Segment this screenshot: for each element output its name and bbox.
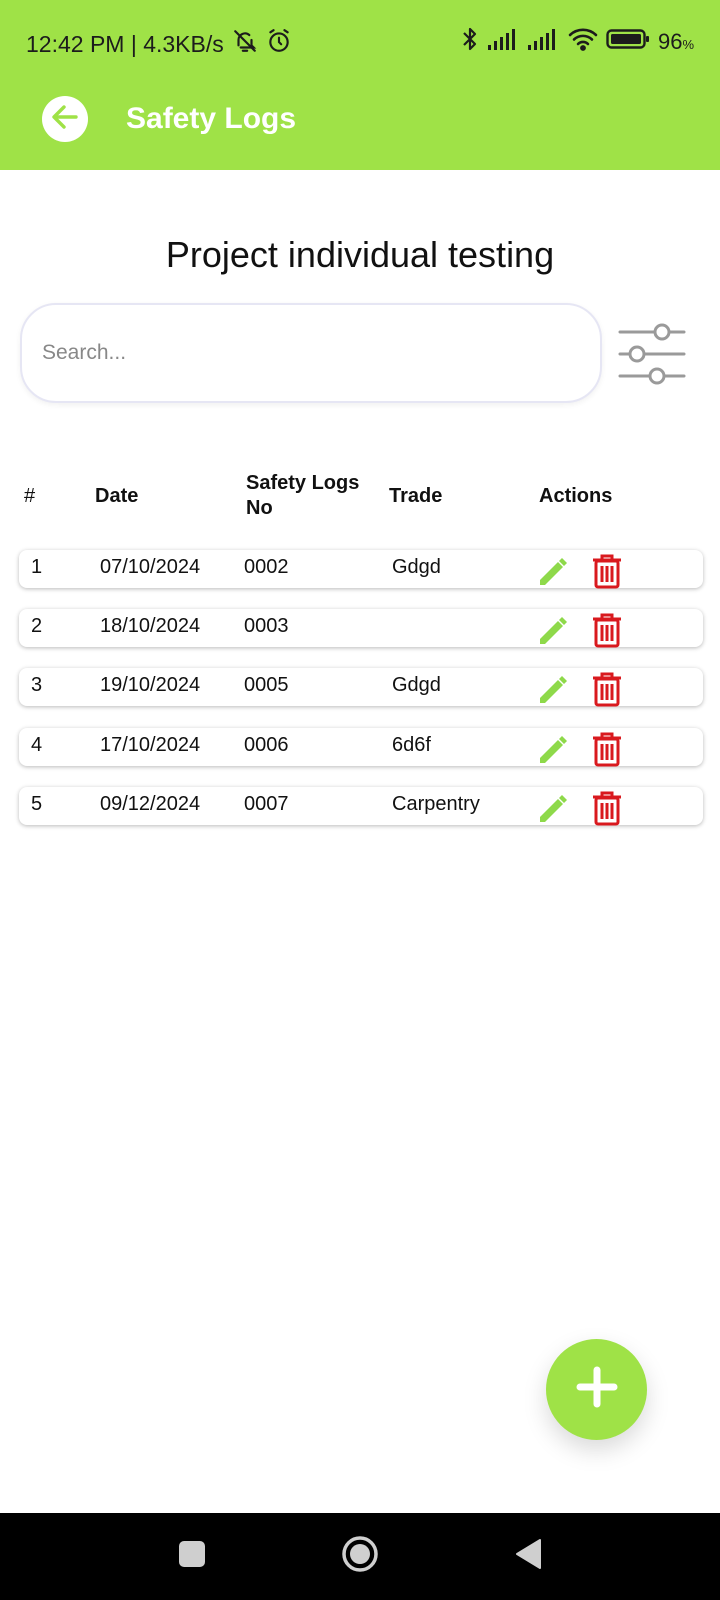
row-date: 17/10/2024 — [100, 734, 201, 756]
delete-button[interactable] — [590, 789, 624, 827]
sliders-icon — [617, 323, 687, 390]
mute-bell-icon — [232, 28, 258, 60]
row-date: 19/10/2024 — [100, 674, 201, 696]
app-bar: Safety Logs — [0, 84, 720, 170]
edit-button[interactable] — [536, 554, 568, 588]
row-num: 2 — [31, 615, 43, 637]
back-nav-button[interactable] — [488, 1513, 568, 1600]
delete-button[interactable] — [590, 730, 624, 768]
trash-icon — [590, 732, 624, 773]
screen: 12:42 PM | 4.3KB/s 96% Safety Logs Proje… — [0, 0, 720, 1600]
bluetooth-icon — [460, 26, 480, 58]
back-button[interactable] — [42, 96, 88, 142]
header-num: # — [24, 484, 36, 507]
wifi-icon — [568, 27, 598, 57]
row-num: 3 — [31, 674, 43, 696]
row-trade: Carpentry — [392, 793, 480, 815]
table-row: 4 17/10/2024 0006 6d6f — [19, 728, 703, 768]
row-date: 18/10/2024 — [100, 615, 201, 637]
header-trade: Trade — [389, 484, 443, 507]
delete-button[interactable] — [590, 611, 624, 649]
pencil-icon — [536, 795, 568, 830]
arrow-left-icon — [49, 101, 81, 138]
row-trade: Gdgd — [392, 674, 441, 696]
pencil-icon — [536, 676, 568, 711]
row-date: 09/12/2024 — [100, 793, 201, 815]
row-num: 4 — [31, 734, 43, 756]
row-logs-no: 0006 — [244, 734, 289, 756]
delete-button[interactable] — [590, 552, 624, 590]
project-title: Project individual testing — [165, 234, 555, 275]
plus-icon — [574, 1364, 620, 1415]
search-input[interactable] — [42, 305, 582, 401]
trash-icon — [590, 791, 624, 832]
trash-icon — [590, 672, 624, 713]
header-actions: Actions — [539, 484, 613, 507]
status-time-speed: 12:42 PM | 4.3KB/s — [26, 30, 224, 57]
edit-button[interactable] — [536, 613, 568, 647]
row-logs-no: 0003 — [244, 615, 289, 637]
home-button[interactable] — [320, 1513, 400, 1600]
row-trade: 6d6f — [392, 734, 431, 756]
header-date: Date — [95, 484, 139, 507]
system-nav-bar — [0, 1513, 720, 1600]
row-logs-no: 0005 — [244, 674, 289, 696]
circle-home-icon — [340, 1534, 380, 1579]
triangle-back-icon — [513, 1537, 543, 1576]
trash-icon — [590, 613, 624, 654]
row-logs-no: 0002 — [244, 556, 289, 578]
header-logs-no: Safety Logs No — [246, 472, 360, 519]
filter-button[interactable] — [617, 322, 687, 386]
add-log-button[interactable] — [546, 1339, 647, 1440]
battery-value: 96 — [657, 29, 683, 54]
row-date: 07/10/2024 — [100, 556, 201, 578]
status-left: 12:42 PM | 4.3KB/s — [26, 28, 292, 60]
pencil-icon — [536, 558, 568, 593]
table-row: 3 19/10/2024 0005 Gdgd — [19, 668, 703, 708]
table-header: # Date Safety Logs No Trade Actions — [0, 466, 720, 526]
row-trade: Gdgd — [392, 556, 441, 578]
pencil-icon — [536, 617, 568, 652]
edit-button[interactable] — [536, 791, 568, 825]
status-right: 96% — [460, 26, 694, 58]
edit-button[interactable] — [536, 672, 568, 706]
battery-percent: 96% — [658, 29, 694, 55]
table-row: 5 09/12/2024 0007 Carpentry — [19, 787, 703, 827]
status-bar: 12:42 PM | 4.3KB/s 96% — [0, 0, 720, 84]
signal-icon — [487, 28, 520, 56]
table-row: 2 18/10/2024 0003 — [19, 609, 703, 649]
row-num: 5 — [31, 793, 43, 815]
page-title: Safety Logs — [126, 102, 297, 135]
recents-button[interactable] — [152, 1513, 232, 1600]
search-box — [20, 303, 602, 403]
delete-button[interactable] — [590, 670, 624, 708]
square-icon — [178, 1540, 206, 1573]
signal-icon — [527, 28, 560, 56]
trash-icon — [590, 554, 624, 595]
pencil-icon — [536, 736, 568, 771]
edit-button[interactable] — [536, 732, 568, 766]
table-row: 1 07/10/2024 0002 Gdgd — [19, 550, 703, 590]
top-bar: 12:42 PM | 4.3KB/s 96% Safety Logs — [0, 0, 720, 170]
battery-icon — [606, 27, 650, 57]
alarm-icon — [266, 28, 292, 60]
row-num: 1 — [31, 556, 43, 578]
row-logs-no: 0007 — [244, 793, 289, 815]
battery-unit: % — [682, 37, 694, 52]
